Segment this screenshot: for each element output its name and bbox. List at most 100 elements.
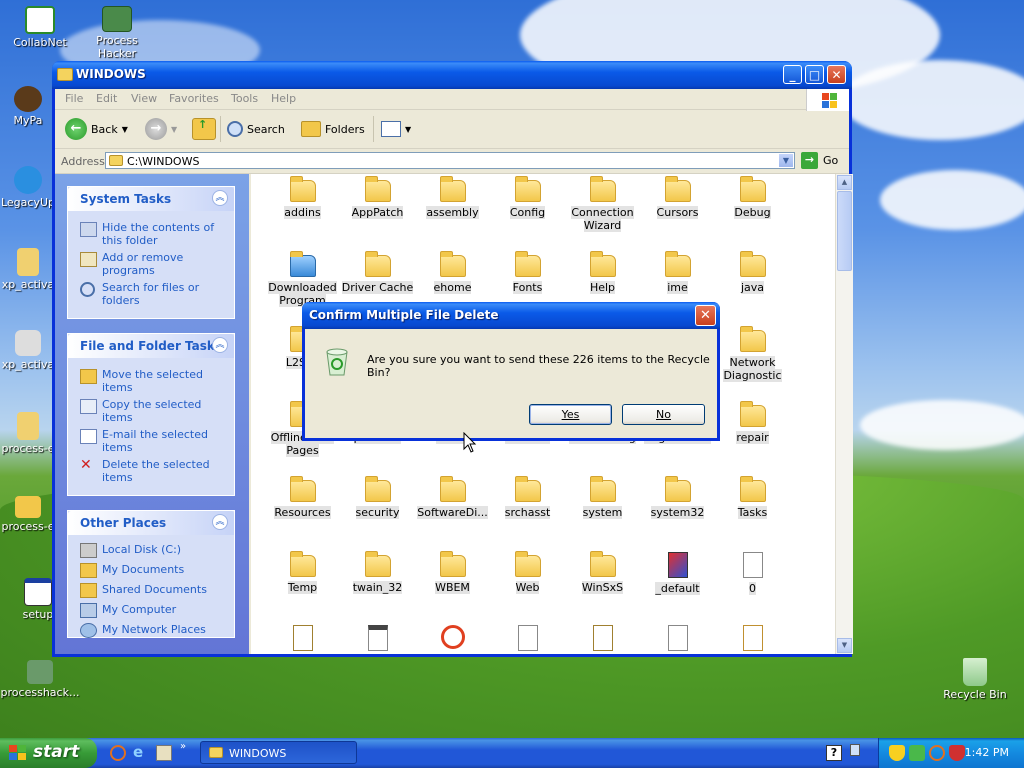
file-item[interactable] [565,622,640,654]
file-folder-tasks-header[interactable]: File and Folder Tasks ︽ [68,334,234,358]
desktop-icon-processhack[interactable]: processhack... [0,660,80,699]
folder-item[interactable]: Web [490,549,565,594]
folder-item[interactable]: twain_32 [340,549,415,594]
folder-item[interactable]: SoftwareDi... [415,474,490,519]
taskbar-window-button[interactable]: WINDOWS [200,741,357,764]
file-item[interactable] [415,622,490,653]
vertical-scrollbar[interactable]: ▲ ▼ [835,174,853,654]
file-item[interactable] [490,622,565,654]
forward-button[interactable]: → ▼ [145,118,177,140]
chevron-icon[interactable]: » [180,741,196,757]
dialog-close-button[interactable]: ✕ [695,305,716,326]
folder-item[interactable]: Debug [715,174,790,219]
task-move-items[interactable]: Move the selected items [68,366,234,396]
menu-file[interactable]: File [65,92,83,105]
dialog-titlebar[interactable]: Confirm Multiple File Delete ✕ [302,302,720,329]
desktop-icon-mypa[interactable]: MyPa [0,86,58,127]
start-button[interactable]: start [0,738,97,768]
collapse-icon[interactable]: ︽ [212,190,228,206]
task-email-items[interactable]: E-mail the selected items [68,426,234,456]
address-dropdown-button[interactable]: ▼ [779,154,793,167]
folder-item[interactable]: Tasks [715,474,790,519]
folder-item[interactable]: Cursors [640,174,715,219]
folder-item[interactable]: Fonts [490,249,565,294]
desktop-icon-process-e-2[interactable]: process-e [0,496,58,533]
task-search-files[interactable]: Search for files or folders [68,279,234,309]
no-button[interactable]: No [622,404,705,425]
folder-item[interactable]: AppPatch [340,174,415,219]
scroll-down-button[interactable]: ▼ [837,638,852,653]
desktop-icon-process-e-1[interactable]: process-e [0,412,58,455]
file-item[interactable] [715,622,790,654]
maximize-button[interactable]: □ [805,65,824,84]
task-copy-items[interactable]: Copy the selected items [68,396,234,426]
folder-item[interactable]: Help [565,249,640,294]
task-delete-items[interactable]: ✕ Delete the selected items [68,456,234,486]
file-item[interactable] [640,622,715,654]
file-item[interactable] [340,622,415,654]
address-input[interactable]: C:\WINDOWS ▼ [105,152,795,169]
file-item[interactable] [265,622,340,654]
collapse-icon[interactable]: ︽ [212,337,228,353]
menu-tools[interactable]: Tools [231,92,258,105]
menu-edit[interactable]: Edit [96,92,117,105]
folder-item[interactable]: java [715,249,790,294]
folder-item[interactable]: ehome [415,249,490,294]
shield-icon[interactable] [889,745,905,761]
minimize-button[interactable]: _ [783,65,802,84]
folder-item[interactable]: Resources [265,474,340,519]
desktop-icon-xp-activa-1[interactable]: xp_activa [0,248,58,291]
other-places-header[interactable]: Other Places ︽ [68,511,234,535]
scroll-thumb[interactable] [837,191,852,271]
folder-item[interactable]: WBEM [415,549,490,594]
place-my-network[interactable]: My Network Places [68,621,234,641]
folder-item[interactable]: Connection Wizard [565,174,640,232]
desktop-icon-recycle-bin[interactable]: Recycle Bin [935,658,1015,701]
folder-item[interactable]: system32 [640,474,715,519]
tray-app-icon[interactable] [909,745,925,761]
security-alert-icon[interactable] [949,745,965,761]
file-item[interactable]: _default [640,549,715,595]
scroll-up-button[interactable]: ▲ [837,175,852,190]
folder-item[interactable]: system [565,474,640,519]
tray-search-icon[interactable] [929,745,945,761]
folder-item[interactable]: WinSxS [565,549,640,594]
place-local-disk[interactable]: Local Disk (C:) [68,541,234,561]
place-my-documents[interactable]: My Documents [68,561,234,581]
folder-item[interactable]: srchasst [490,474,565,519]
desktop-icon-legacyup[interactable]: LegacyUp [0,166,58,209]
folder-item[interactable]: addins [265,174,340,219]
restore-icon[interactable] [850,744,860,756]
folder-item[interactable]: Downloaded Program [265,249,340,307]
folder-item[interactable]: security [340,474,415,519]
task-hide-contents[interactable]: Hide the contents of this folder [68,219,234,249]
up-folder-button[interactable]: ↑ [192,118,216,140]
folder-item[interactable]: Network Diagnostic [715,324,790,382]
window-titlebar[interactable]: WINDOWS _ □ ✕ [52,61,852,89]
folder-item[interactable]: Temp [265,549,340,594]
place-shared-documents[interactable]: Shared Documents [68,581,234,601]
search-quicklaunch-icon[interactable] [110,745,126,761]
folder-item[interactable]: repair [715,399,790,444]
yes-button[interactable]: Yes [529,404,612,425]
folder-item[interactable]: Driver Cache [340,249,415,294]
back-button[interactable]: ← Back ▼ [65,118,128,140]
folders-button[interactable]: Folders [301,118,365,140]
desktop-quicklaunch-icon[interactable] [156,745,172,761]
views-button[interactable]: ▼ [381,118,411,140]
folder-item[interactable]: Config [490,174,565,219]
desktop-icon-collabnet[interactable]: CollabNet [0,6,80,49]
ie-quicklaunch-icon[interactable]: e [133,745,149,761]
menu-favorites[interactable]: Favorites [169,92,219,105]
desktop-icon-xp-activa-2[interactable]: xp_activa [0,330,58,371]
close-button[interactable]: ✕ [827,65,846,84]
folder-item[interactable]: ime [640,249,715,294]
place-my-computer[interactable]: My Computer [68,601,234,621]
menu-help[interactable]: Help [271,92,296,105]
system-tasks-header[interactable]: System Tasks ︽ [68,187,234,211]
folder-item[interactable]: assembly [415,174,490,219]
collapse-icon[interactable]: ︽ [212,514,228,530]
desktop-icon-process-hacker[interactable]: Process Hacker [77,6,157,60]
search-button[interactable]: Search [227,118,285,140]
menu-view[interactable]: View [131,92,157,105]
